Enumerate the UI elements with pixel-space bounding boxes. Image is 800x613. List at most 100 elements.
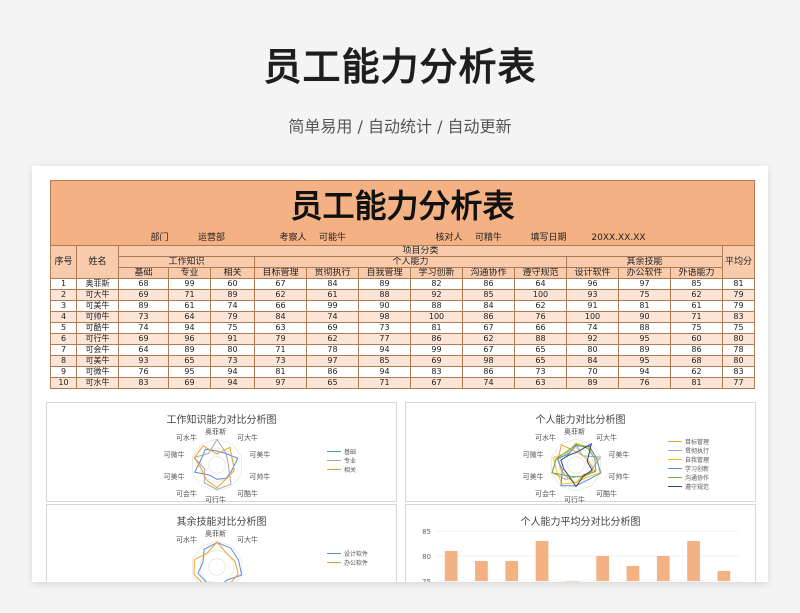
- radar-axis-label: 奥菲斯: [205, 530, 226, 538]
- radar-axis-label: 奥菲斯: [205, 428, 226, 436]
- column-header: 学习创新: [410, 267, 463, 279]
- chart-panel-average-score: 个人能力平均分对比分析图 85 80 75: [405, 504, 756, 582]
- column-header: 基础: [118, 267, 169, 279]
- table-cell: 81: [410, 322, 463, 334]
- column-header: 相关: [210, 267, 255, 279]
- table-cell: 94: [210, 377, 255, 389]
- table-cell: 84: [462, 300, 515, 312]
- radar-axis-label: 可会牛: [535, 489, 557, 498]
- radar-axis-label: 可美牛: [163, 472, 185, 481]
- table-cell: 86: [670, 344, 723, 356]
- table-cell: 62: [254, 289, 307, 301]
- table-cell: 88: [514, 333, 567, 345]
- table-cell: 74: [306, 311, 359, 323]
- table-cell: 88: [358, 289, 411, 301]
- radar-axis-label: 可酷牛: [595, 489, 617, 498]
- table-cell: 65: [168, 355, 211, 367]
- table-cell: 83: [410, 366, 463, 378]
- radar-axis-label: 可帅牛: [608, 472, 630, 481]
- legend-item: 自我管理: [668, 455, 709, 464]
- table-cell: 95: [618, 355, 671, 367]
- table-cell: 69: [306, 322, 359, 334]
- chart-panel-other-skills: 其余技能对比分析图 设计软件 办公软件 奥菲斯 可大牛 可水牛: [46, 504, 397, 582]
- table-cell: 64: [168, 311, 211, 323]
- table-cell: 66: [514, 322, 567, 334]
- legend-item: 设计软件: [327, 549, 368, 558]
- sheet-title: 员工能力分析表: [49, 180, 756, 231]
- table-cell: 100: [566, 311, 619, 323]
- table-cell: 97: [254, 377, 307, 389]
- table-cell: 68: [118, 278, 169, 290]
- chart-legend: 目标管理 贯彻执行 自我管理 学习创新 沟通协作 遵守规范: [668, 437, 709, 491]
- dept-label: 部门: [118, 231, 169, 246]
- bar: [687, 541, 700, 581]
- radar-axis-label: 可美牛: [249, 451, 271, 460]
- table-cell: 可行牛: [76, 333, 119, 345]
- table-cell: 100: [410, 311, 463, 323]
- table-cell: 80: [566, 344, 619, 356]
- table-cell: 88: [410, 300, 463, 312]
- bar: [717, 571, 731, 581]
- table-cell: 89: [358, 278, 411, 290]
- table-cell: 74: [566, 322, 619, 334]
- table-cell: 奥菲斯: [76, 278, 119, 290]
- table-cell: 79: [721, 289, 756, 301]
- table-cell: 83: [118, 377, 169, 389]
- table-cell: 88: [618, 322, 671, 334]
- table-cell: 65: [514, 355, 567, 367]
- table-cell: 89: [168, 344, 211, 356]
- table-cell: 66: [254, 300, 307, 312]
- legend-swatch: [668, 459, 682, 460]
- radar-axis-label: 可微牛: [163, 451, 185, 460]
- table-cell: 81: [618, 300, 671, 312]
- legend-swatch: [668, 441, 682, 442]
- examiner-value: 可能牛: [306, 231, 359, 246]
- legend-swatch: [668, 477, 682, 478]
- table-cell: 3: [50, 300, 77, 312]
- legend-label: 目标管理: [685, 439, 710, 446]
- dept-value: 运营部: [168, 231, 255, 246]
- chart-legend: 基础 专业 相关: [327, 447, 356, 474]
- table-cell: 79: [254, 333, 307, 345]
- table-cell: 67: [462, 344, 515, 356]
- y-tick-label: 80: [422, 553, 431, 561]
- radar-axis-label: 可会牛: [176, 489, 198, 498]
- bar-chart: 85 80 75: [422, 528, 739, 582]
- table-cell: 10: [50, 377, 77, 389]
- table-cell: 可水牛: [76, 377, 119, 389]
- group-header: 其余技能: [566, 256, 723, 268]
- chart-panel-personal-ability: 个人能力对比分析图 目标管理 贯彻执行 自我管理 学习创新 沟通协作 遵守规范 奥菲斯 可大…: [405, 402, 756, 504]
- table-row: 10 可水牛 83 69 94 97 65 71 67 74 63 89 76 81 77: [50, 377, 756, 389]
- radar-axis-label: 可美牛: [522, 472, 544, 481]
- table-cell: 91: [566, 300, 619, 312]
- table-cell: 91: [210, 333, 255, 345]
- column-header: 沟通协作: [462, 267, 515, 279]
- table-cell: 9: [50, 366, 77, 378]
- table-row: 7 可会牛 64 89 80 71 78 94 99 67 65 80 89 86 78: [50, 344, 756, 356]
- legend-label: 自我管理: [685, 457, 710, 464]
- table-cell: 93: [566, 289, 619, 301]
- table-cell: 可帅牛: [76, 311, 119, 323]
- table-cell: 64: [118, 344, 169, 356]
- table-cell: 86: [462, 311, 515, 323]
- bar: [565, 581, 579, 582]
- table-cell: 60: [210, 278, 255, 290]
- group-header: 工作知识: [118, 256, 255, 268]
- table-cell: 2: [50, 289, 77, 301]
- table-cell: 94: [168, 322, 211, 334]
- table-cell: 79: [721, 300, 756, 312]
- table-cell: 8: [50, 355, 77, 367]
- table-cell: 85: [462, 289, 515, 301]
- legend-item: 遵守规范: [668, 482, 709, 491]
- table-cell: 74: [462, 377, 515, 389]
- y-tick-label: 75: [422, 578, 431, 582]
- table-cell: 89: [210, 289, 255, 301]
- header-category: 项目分类: [118, 245, 723, 257]
- table-cell: 71: [168, 289, 211, 301]
- bar: [535, 541, 549, 581]
- radar-axis-label: 可大牛: [595, 434, 617, 443]
- table-cell: 74: [118, 322, 169, 334]
- radar-axis-label: 可大牛: [236, 536, 258, 545]
- table-cell: 62: [462, 333, 515, 345]
- table-cell: 可大牛: [76, 289, 119, 301]
